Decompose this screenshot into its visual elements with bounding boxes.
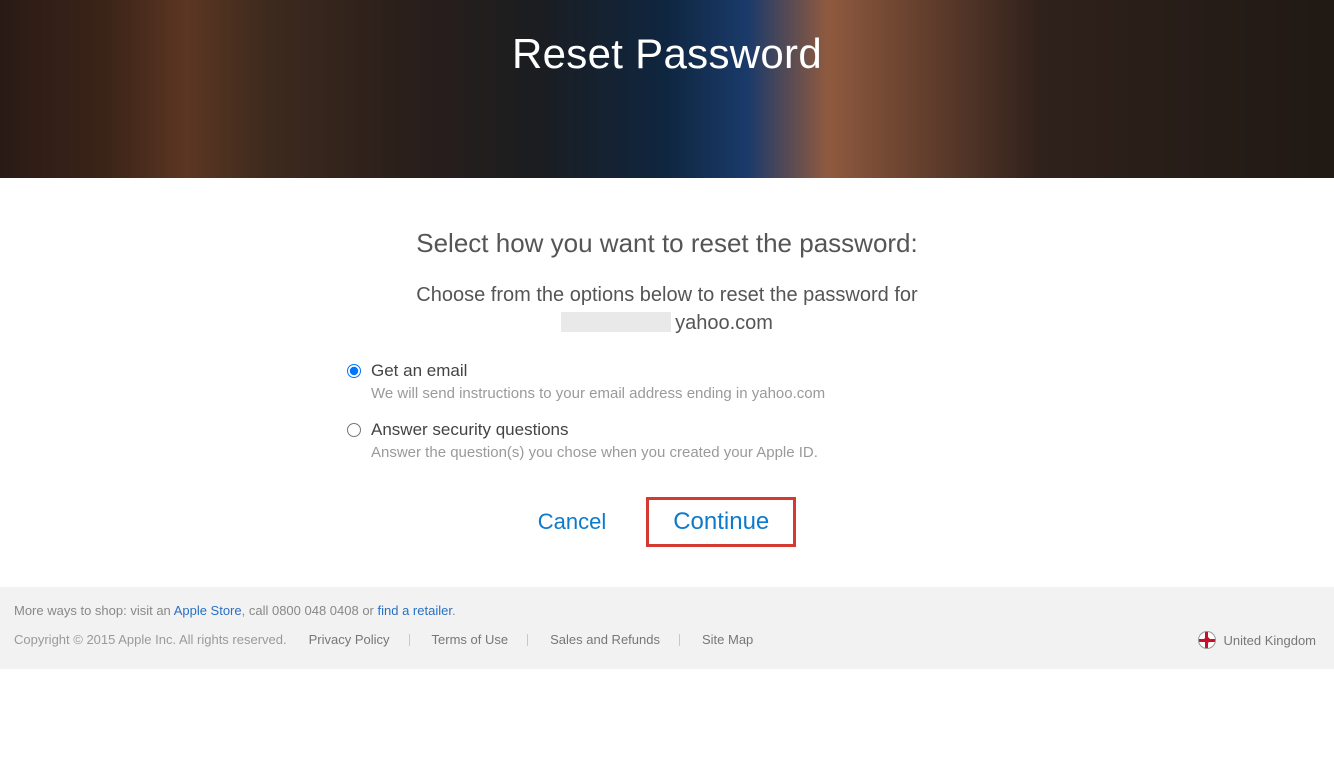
region-selector[interactable]: United Kingdom <box>1198 631 1317 649</box>
cancel-button[interactable]: Cancel <box>538 509 606 535</box>
option-security-questions[interactable]: Answer security questions Answer the que… <box>347 420 987 461</box>
region-label: United Kingdom <box>1224 633 1317 648</box>
option-get-email[interactable]: Get an email We will send instructions t… <box>347 361 987 402</box>
option-description: Answer the question(s) you chose when yo… <box>371 444 987 461</box>
redacted-email-user <box>561 312 671 332</box>
main-content: Select how you want to reset the passwor… <box>0 178 1334 587</box>
hero-banner: Reset Password <box>0 0 1334 178</box>
footer-shop-line: More ways to shop: visit an Apple Store,… <box>14 603 1320 618</box>
footer-text: . <box>452 603 456 618</box>
option-label: Answer security questions <box>371 420 568 440</box>
action-row: Cancel Continue <box>0 497 1334 547</box>
page-footer: More ways to shop: visit an Apple Store,… <box>0 587 1334 669</box>
footer-link-sales[interactable]: Sales and Refunds <box>550 632 680 647</box>
continue-button[interactable]: Continue <box>673 508 769 536</box>
radio-get-email[interactable] <box>347 364 361 378</box>
footer-link-terms[interactable]: Terms of Use <box>432 632 529 647</box>
uk-flag-icon <box>1198 631 1216 649</box>
option-description: We will send instructions to your email … <box>371 385 987 402</box>
footer-text: More ways to shop: visit an <box>14 603 174 618</box>
account-email: yahoo.com <box>0 312 1334 335</box>
find-retailer-link[interactable]: find a retailer <box>378 603 452 618</box>
continue-highlight: Continue <box>646 497 796 547</box>
email-domain: yahoo.com <box>675 312 773 334</box>
reset-prompt: Select how you want to reset the passwor… <box>0 228 1334 259</box>
reset-options: Get an email We will send instructions t… <box>347 361 987 461</box>
copyright-text: Copyright © 2015 Apple Inc. All rights r… <box>14 632 287 647</box>
option-label: Get an email <box>371 361 467 381</box>
reset-subtext: Choose from the options below to reset t… <box>0 281 1334 310</box>
radio-security-questions[interactable] <box>347 423 361 437</box>
page-title: Reset Password <box>512 30 822 78</box>
apple-store-link[interactable]: Apple Store <box>174 603 242 618</box>
footer-link-sitemap[interactable]: Site Map <box>702 632 773 647</box>
footer-text: , call 0800 048 0408 or <box>242 603 378 618</box>
footer-link-privacy[interactable]: Privacy Policy <box>309 632 410 647</box>
